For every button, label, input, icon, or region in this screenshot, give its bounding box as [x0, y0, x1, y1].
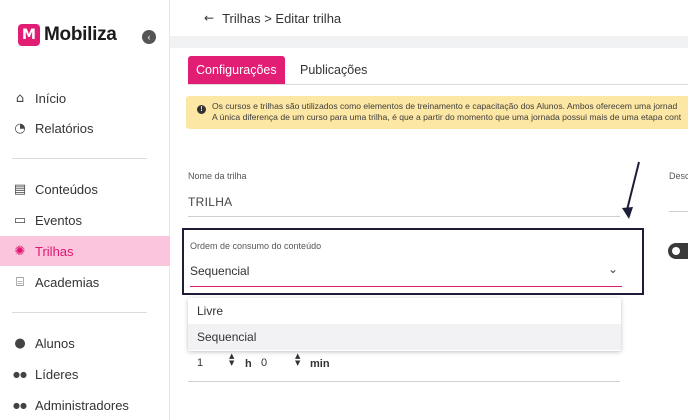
annotation-arrow-icon: [622, 161, 640, 219]
